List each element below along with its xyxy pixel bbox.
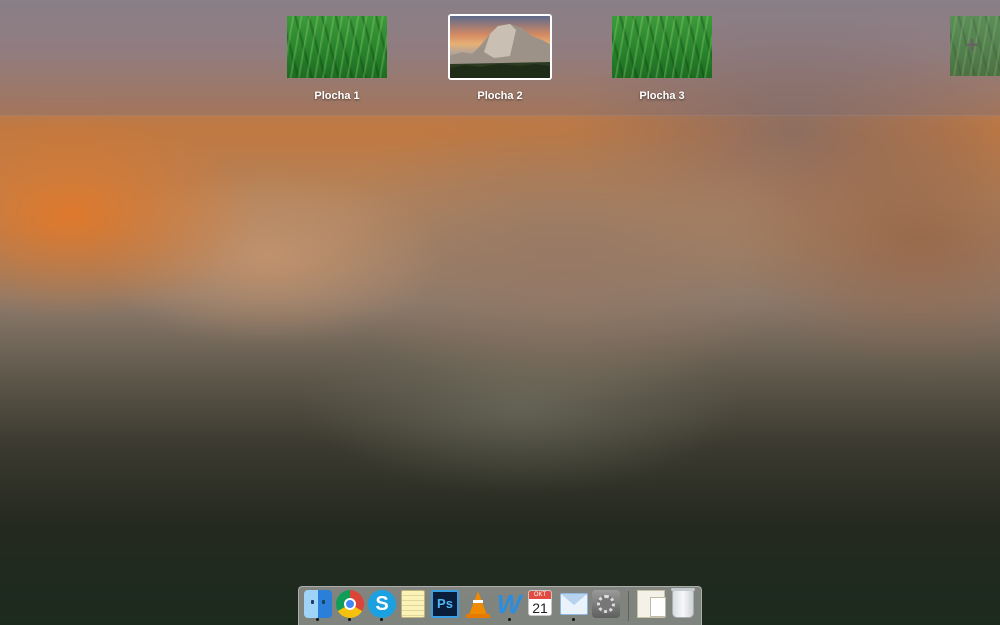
calendar-icon[interactable]: OKT 21 [528, 590, 552, 616]
space-thumbnail-2[interactable] [448, 14, 552, 80]
dock-separator [628, 591, 629, 621]
trash-icon[interactable] [671, 588, 695, 618]
finder-icon[interactable] [304, 590, 332, 618]
plus-icon: + [965, 32, 980, 59]
vlc-cone [469, 591, 487, 615]
grass-wallpaper-thumbnail [612, 16, 712, 78]
running-indicator [508, 618, 511, 621]
space-thumbnail-1[interactable] [287, 16, 387, 78]
finder-eye-right [322, 600, 325, 604]
space-label-1: Plocha 1 [314, 90, 360, 102]
vlc-icon[interactable] [464, 590, 492, 618]
chrome-icon[interactable] [336, 590, 364, 618]
documents-stack-icon[interactable] [637, 590, 666, 618]
running-indicator [348, 618, 351, 621]
finder-eye-left [311, 600, 314, 604]
document-sheet [650, 597, 666, 617]
skype-icon[interactable]: S [368, 590, 396, 618]
vlc-base [466, 614, 490, 618]
mail-icon[interactable] [560, 593, 588, 615]
desktop: Plocha 1 Plocha 2 Plocha 3 + S Ps W OKT … [0, 0, 1000, 625]
grass-wallpaper-thumbnail [287, 16, 387, 78]
chrome-center [344, 598, 356, 610]
photoshop-icon[interactable]: Ps [431, 590, 459, 618]
calendar-day: 21 [532, 600, 548, 616]
space-label-2: Plocha 2 [477, 90, 523, 102]
running-indicator [316, 618, 319, 621]
dock: S Ps W OKT 21 [298, 586, 702, 625]
add-space-button[interactable]: + [950, 16, 1000, 76]
gear-icon [597, 595, 615, 613]
el-capitan-wallpaper-thumbnail [450, 16, 550, 78]
space-label-3: Plocha 3 [639, 90, 685, 102]
calendar-month: OKT [529, 591, 551, 599]
running-indicator [572, 618, 575, 621]
space-thumbnail-3[interactable] [612, 16, 712, 78]
trash-lid [671, 588, 695, 591]
word-icon[interactable]: W [495, 590, 523, 618]
vlc-stripe [473, 600, 483, 603]
envelope-flap [561, 594, 587, 605]
notes-icon[interactable] [401, 590, 425, 618]
running-indicator [380, 618, 383, 621]
system-preferences-icon[interactable] [592, 590, 620, 618]
spaces-bar: Plocha 1 Plocha 2 Plocha 3 + [0, 0, 1000, 116]
